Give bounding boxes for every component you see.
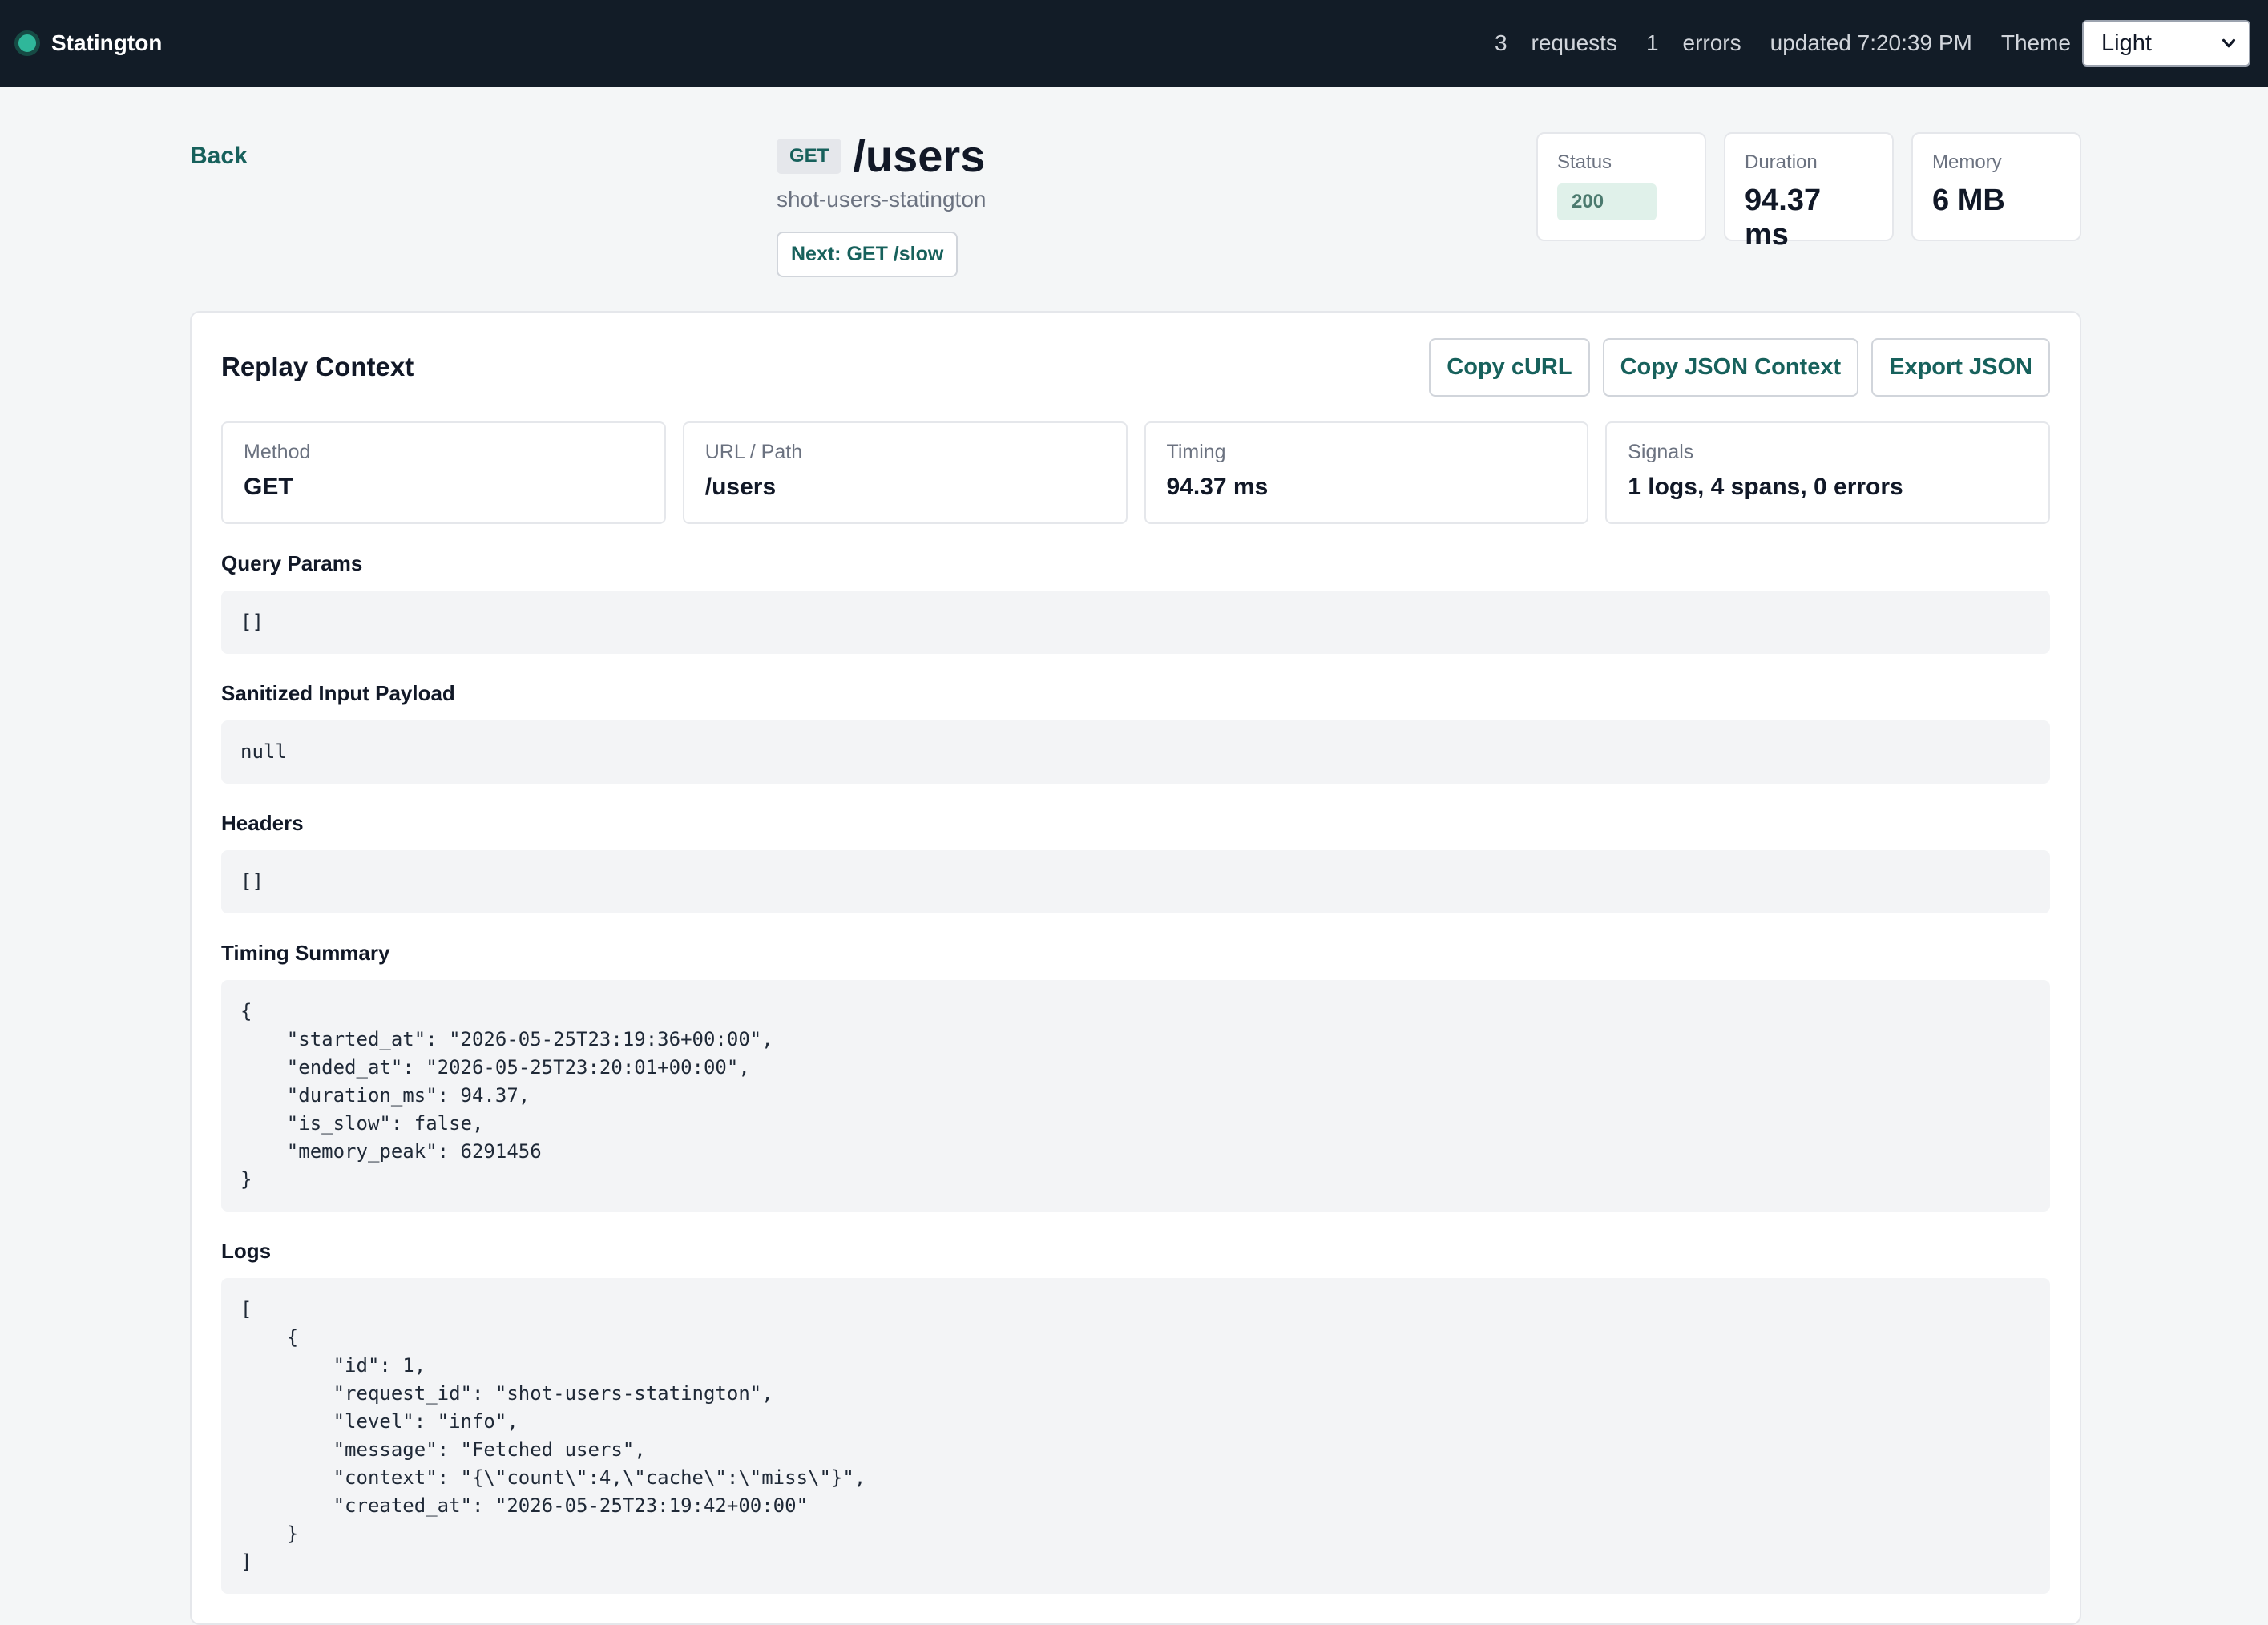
export-json-button[interactable]: Export JSON — [1871, 337, 2050, 397]
status-label: Status — [1557, 151, 1612, 173]
summary-value: GET — [244, 474, 293, 500]
memory-label: Memory — [1932, 151, 2002, 173]
summary-value: /users — [704, 474, 777, 500]
chevron-down-icon — [2222, 38, 2236, 48]
theme-select[interactable]: Light — [2082, 20, 2250, 67]
back-link[interactable]: Back — [190, 143, 248, 170]
summary-value: 1 logs, 4 spans, 0 errors — [1628, 474, 1903, 500]
logs-code: [ { "id": 1, "request_id": "shot-users-s… — [221, 1278, 2050, 1594]
duration-value: 94.37 ms — [1745, 183, 1822, 252]
errors-label: errors — [1682, 30, 1741, 55]
payload-code: null — [221, 720, 2050, 784]
theme-select-value: Light — [2101, 30, 2152, 56]
requests-label: requests — [1531, 30, 1617, 55]
brand-name: Statington — [51, 30, 163, 55]
copy-json-context-button[interactable]: Copy JSON Context — [1602, 337, 1859, 397]
request-header: Back GET /users shot-users-statington Ne… — [0, 87, 2268, 311]
summary-path-card: URL / Path /users — [682, 421, 1128, 524]
section-title-timing-summary: Timing Summary — [221, 941, 390, 965]
status-badge: 200 — [1557, 183, 1657, 220]
method-badge: GET — [777, 138, 842, 174]
next-request-button[interactable]: Next: GET /slow — [777, 232, 958, 277]
panel-title: Replay Context — [221, 352, 414, 381]
memory-value: 6 MB — [1932, 183, 2005, 217]
updated-time: updated 7:20:39 PM — [1770, 30, 1972, 55]
section-title-payload: Sanitized Input Payload — [221, 681, 455, 705]
section-title-headers: Headers — [221, 811, 304, 835]
theme-label: Theme — [2000, 30, 2071, 55]
top-bar: Statington 3 requests 1 errors updated 7… — [0, 0, 2268, 87]
summary-method-card: Method GET — [221, 421, 666, 524]
top-stats: 3 requests 1 errors updated 7:20:39 PM T… — [1495, 20, 2250, 67]
summary-signals-card: Signals 1 logs, 4 spans, 0 errors — [1605, 421, 2050, 524]
title-block: GET /users shot-users-statington Next: G… — [777, 130, 986, 277]
memory-card: Memory 6 MB — [1911, 132, 2081, 241]
section-title-query-params: Query Params — [221, 551, 363, 575]
request-count: 3 — [1494, 30, 1507, 55]
summary-label: Timing — [1166, 441, 1226, 463]
brand[interactable]: Statington — [14, 30, 162, 56]
duration-label: Duration — [1745, 151, 1818, 173]
request-id: shot-users-statington — [777, 187, 987, 212]
summary-label: Signals — [1628, 441, 1694, 463]
headers-code: [] — [221, 850, 2050, 913]
status-dot-icon — [14, 30, 40, 56]
error-count: 1 — [1645, 30, 1659, 55]
timing-summary-code: { "started_at": "2026-05-25T23:19:36+00:… — [221, 980, 2050, 1212]
page-title: /users — [853, 131, 986, 181]
replay-context-panel: Replay Context Copy cURL Copy JSON Conte… — [190, 311, 2081, 1625]
summary-label: Method — [244, 441, 311, 463]
summary-row: Method GET URL / Path /users Timing 94.3… — [221, 421, 2050, 524]
stat-cards: Status 200 Duration 94.37 ms Memory 6 MB — [1536, 132, 2081, 252]
summary-timing-card: Timing 94.37 ms — [1144, 421, 1589, 524]
section-title-logs: Logs — [221, 1239, 272, 1263]
summary-value: 94.37 ms — [1166, 474, 1269, 500]
duration-card: Duration 94.37 ms — [1724, 132, 1894, 252]
summary-label: URL / Path — [704, 441, 803, 463]
query-params-code: [] — [221, 591, 2050, 654]
status-card: Status 200 — [1536, 132, 1706, 241]
copy-curl-button[interactable]: Copy cURL — [1429, 337, 1590, 397]
